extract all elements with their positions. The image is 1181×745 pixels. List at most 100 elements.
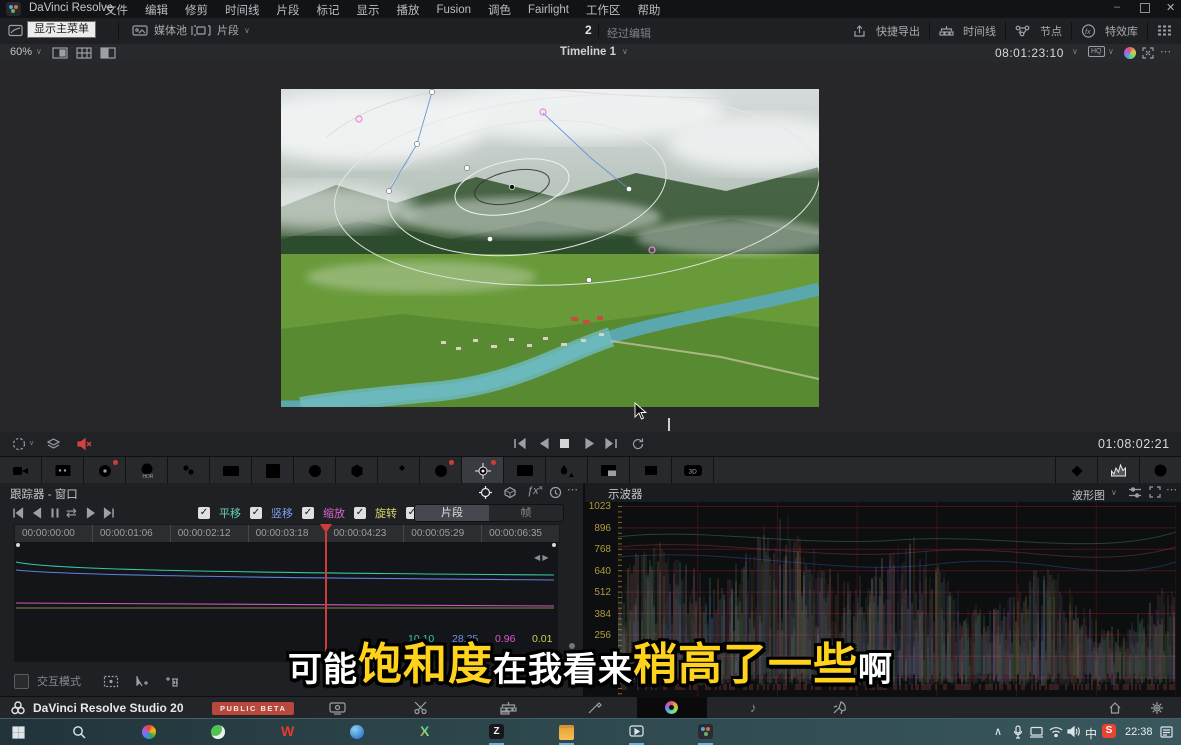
page-edit-icon[interactable]	[500, 701, 517, 715]
hdr-wheels-icon[interactable]: HDR	[126, 457, 168, 484]
settings-gear-icon[interactable]	[1150, 701, 1164, 715]
scope-mode-chevron-icon[interactable]: ∨	[1111, 488, 1117, 497]
magic-mask-icon[interactable]	[504, 457, 546, 484]
key-icon[interactable]	[588, 457, 630, 484]
menu-playback[interactable]: 播放	[395, 2, 422, 18]
search-icon[interactable]	[72, 725, 86, 739]
tracker-icon[interactable]	[462, 457, 504, 484]
jog-playhead[interactable]	[668, 418, 670, 431]
go-to-start-icon[interactable]	[513, 437, 527, 450]
menu-workspace[interactable]: 工作区	[584, 2, 623, 18]
tilt-checkbox[interactable]: ✓	[250, 507, 262, 519]
zoom-select[interactable]: 60%	[10, 46, 32, 58]
lightbox-icon[interactable]	[1157, 24, 1172, 37]
tray-chevron-icon[interactable]: ∧	[994, 725, 1002, 738]
scope-settings-icon[interactable]	[1128, 486, 1142, 499]
enhance-icon[interactable]	[1124, 47, 1136, 59]
tab-frame[interactable]: 帧	[489, 505, 563, 521]
close-icon[interactable]: ✕	[1166, 1, 1175, 14]
play-reverse-icon[interactable]	[538, 437, 550, 450]
interactive-mode-checkbox[interactable]	[14, 674, 29, 689]
timeline-panel-icon[interactable]	[939, 24, 954, 37]
timeline-chevron-icon[interactable]: ∨	[622, 47, 628, 56]
delete-point-icon[interactable]	[165, 675, 179, 688]
wps-app-icon[interactable]: W	[281, 723, 294, 739]
stop-icon[interactable]	[560, 439, 569, 448]
viewer-more-icon[interactable]: ⋯	[1160, 45, 1171, 58]
clock[interactable]: 22:38	[1125, 726, 1153, 738]
menu-fusion[interactable]: Fusion	[435, 4, 474, 16]
track-reverse-icon[interactable]	[31, 507, 42, 519]
timecode-chevron-icon[interactable]: ∨	[1072, 47, 1078, 56]
nodes-icon[interactable]	[1015, 24, 1031, 37]
quick-export-label[interactable]: 快捷导出	[876, 23, 920, 39]
file-explorer-icon[interactable]	[559, 725, 574, 740]
timeline-name[interactable]: Timeline 1	[560, 46, 616, 58]
tracker-playhead[interactable]	[325, 524, 327, 662]
effects-library-label[interactable]: 特效库	[1105, 23, 1138, 39]
app-logo-icon[interactable]	[6, 2, 21, 16]
page-fairlight-icon[interactable]: ♪	[750, 700, 757, 715]
device-icon[interactable]	[1030, 726, 1045, 738]
track-reverse-to-start-icon[interactable]	[12, 507, 24, 519]
quick-export-icon[interactable]	[852, 24, 867, 38]
scope-more-icon[interactable]: ⋯	[1166, 483, 1177, 496]
stereo-3d-icon[interactable]: 3D	[672, 457, 714, 484]
loop-icon[interactable]	[631, 437, 645, 450]
nodes-label[interactable]: 节点	[1040, 23, 1062, 39]
go-to-end-icon[interactable]	[604, 437, 618, 450]
media-pool-button[interactable]: 媒体池	[132, 22, 187, 38]
tracker-fx-icon[interactable]: ƒx˟	[527, 485, 542, 497]
sogou-icon[interactable]: S	[1102, 724, 1116, 738]
zoom-chevron-icon[interactable]: ∨	[36, 47, 42, 56]
color-warper-icon[interactable]	[294, 457, 336, 484]
rgb-mixer-icon[interactable]	[168, 457, 210, 484]
menu-clip[interactable]: 片段	[275, 2, 302, 18]
menu-view[interactable]: 显示	[355, 2, 382, 18]
graph-scroll-arrows[interactable]: ◀ ▶	[534, 553, 549, 562]
hq-proxy-icon[interactable]: HQ	[1088, 46, 1105, 57]
power-window-icon[interactable]	[420, 457, 462, 484]
menu-help[interactable]: 帮助	[635, 2, 662, 18]
scope-mode-select[interactable]: 波形图	[1072, 487, 1105, 503]
camera-raw-icon[interactable]	[0, 457, 42, 484]
page-media-icon[interactable]	[329, 701, 346, 715]
expand-viewer-icon[interactable]	[1142, 47, 1154, 59]
menu-edit[interactable]: 编辑	[143, 2, 170, 18]
ime-indicator[interactable]: 中	[1085, 725, 1097, 742]
start-button[interactable]	[12, 726, 25, 739]
davinci-taskbar-icon[interactable]	[698, 724, 713, 739]
tracker-ruler[interactable]: 00:00:00:00 00:00:01:06 00:00:02:12 00:0…	[14, 524, 560, 543]
track-bidirectional-icon[interactable]: ⇄	[66, 505, 77, 521]
layers-icon[interactable]	[46, 437, 61, 451]
scopes-icon[interactable]	[1097, 457, 1139, 484]
grid-viewer-icon[interactable]	[76, 47, 92, 59]
wifi-icon[interactable]	[1049, 726, 1063, 737]
split-viewer-icon[interactable]	[100, 47, 116, 59]
tracker-crosshair-icon[interactable]	[478, 485, 493, 500]
effects-library-icon[interactable]: fx	[1081, 24, 1096, 38]
point-box-icon[interactable]	[103, 675, 119, 688]
scope-expand-icon[interactable]	[1149, 486, 1161, 498]
track-forward-to-end-icon[interactable]	[103, 507, 115, 519]
capture-app-icon[interactable]	[629, 724, 644, 738]
track-forward-icon[interactable]	[86, 507, 97, 519]
home-icon[interactable]	[1108, 701, 1122, 715]
zoom-checkbox[interactable]: ✓	[302, 507, 314, 519]
shot-match-icon[interactable]	[210, 457, 252, 484]
sizing-icon[interactable]	[630, 457, 672, 484]
keyframes-icon[interactable]	[1055, 457, 1097, 484]
page-cut-icon[interactable]	[413, 701, 430, 715]
mesh-icon[interactable]	[336, 457, 378, 484]
microphone-icon[interactable]	[1013, 725, 1023, 739]
tracker-3d-icon[interactable]	[503, 486, 517, 499]
add-point-cursor-icon[interactable]	[135, 675, 149, 688]
blue-sphere-app-icon[interactable]	[350, 725, 364, 739]
menu-color[interactable]: 调色	[486, 2, 513, 18]
info-icon[interactable]	[1139, 457, 1181, 484]
play-icon[interactable]	[584, 437, 596, 450]
menu-timeline[interactable]: 时间线	[223, 2, 262, 18]
tracker-reset-icon[interactable]	[549, 486, 562, 499]
speaker-icon[interactable]	[1067, 726, 1080, 737]
overlay-chevron-icon[interactable]: ∨	[29, 439, 34, 447]
